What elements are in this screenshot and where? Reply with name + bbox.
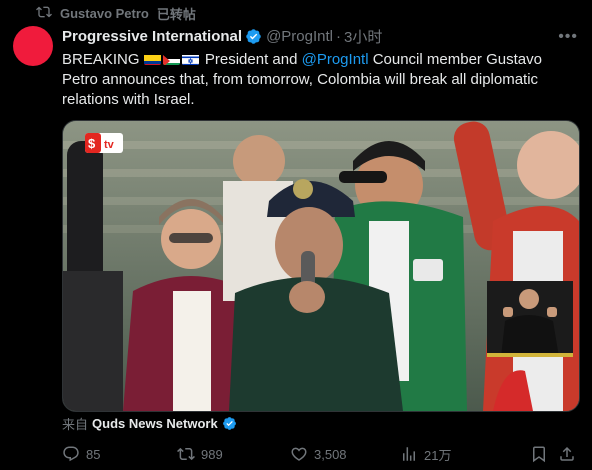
verified-badge-icon <box>246 28 261 44</box>
bookmark-button[interactable] <box>530 445 548 463</box>
colombia-flag-icon <box>143 53 161 65</box>
heart-icon <box>291 447 307 461</box>
source-prefix: 来自 <box>62 416 89 432</box>
share-button[interactable] <box>558 445 576 463</box>
more-options-icon[interactable]: ••• <box>558 28 578 46</box>
views-button[interactable]: 21万 <box>400 445 451 464</box>
repost-indicator[interactable]: Gustavo Petro 已转帖 <box>36 4 196 22</box>
repost-button[interactable]: 989 <box>177 445 223 463</box>
tweet-prefix: BREAKING <box>62 51 140 68</box>
timestamp[interactable]: 3小时 <box>344 26 382 47</box>
author-handle[interactable]: @ProgIntl <box>266 28 333 45</box>
palestine-flag-icon <box>162 53 180 65</box>
author-name[interactable]: Progressive International <box>62 28 242 45</box>
separator-dot: · <box>335 27 341 45</box>
bookmark-icon <box>533 446 545 463</box>
views-count: 21万 <box>424 447 452 463</box>
repost-label: 已转帖 <box>156 6 196 22</box>
avatar[interactable] <box>13 26 53 66</box>
tv-logo-icon: $ tv <box>85 133 123 153</box>
action-bar: 85 989 3,508 21万 <box>62 444 578 464</box>
tweet-text-part1: President and <box>200 51 302 68</box>
repost-count: 989 <box>201 446 223 462</box>
reply-button[interactable]: 85 <box>62 445 100 463</box>
like-count: 3,508 <box>314 446 347 462</box>
reply-count: 85 <box>86 446 101 462</box>
svg-text:$: $ <box>88 136 96 151</box>
watermark-text: tv <box>104 139 115 151</box>
share-icon <box>560 446 574 461</box>
video-frame: $ tv <box>63 121 579 411</box>
reply-icon <box>63 446 79 462</box>
video-player[interactable]: $ tv <box>62 120 580 412</box>
israel-flag-icon <box>181 53 199 65</box>
tweet-header: Progressive International @ProgIntl · 3小… <box>62 26 382 46</box>
views-chart-icon <box>403 447 415 461</box>
retweet-icon <box>177 447 195 461</box>
source-attribution: 来自 Quds News Network <box>62 414 237 432</box>
repost-icon <box>36 4 52 23</box>
repost-user[interactable]: Gustavo Petro <box>60 6 149 21</box>
tweet-text: BREAKING President and @ProgIntl Council… <box>62 50 572 110</box>
like-button[interactable]: 3,508 <box>290 445 347 463</box>
source-verified-icon <box>222 416 236 430</box>
source-name[interactable]: Quds News Network <box>92 416 218 431</box>
mention-link[interactable]: @ProgIntl <box>302 51 369 68</box>
